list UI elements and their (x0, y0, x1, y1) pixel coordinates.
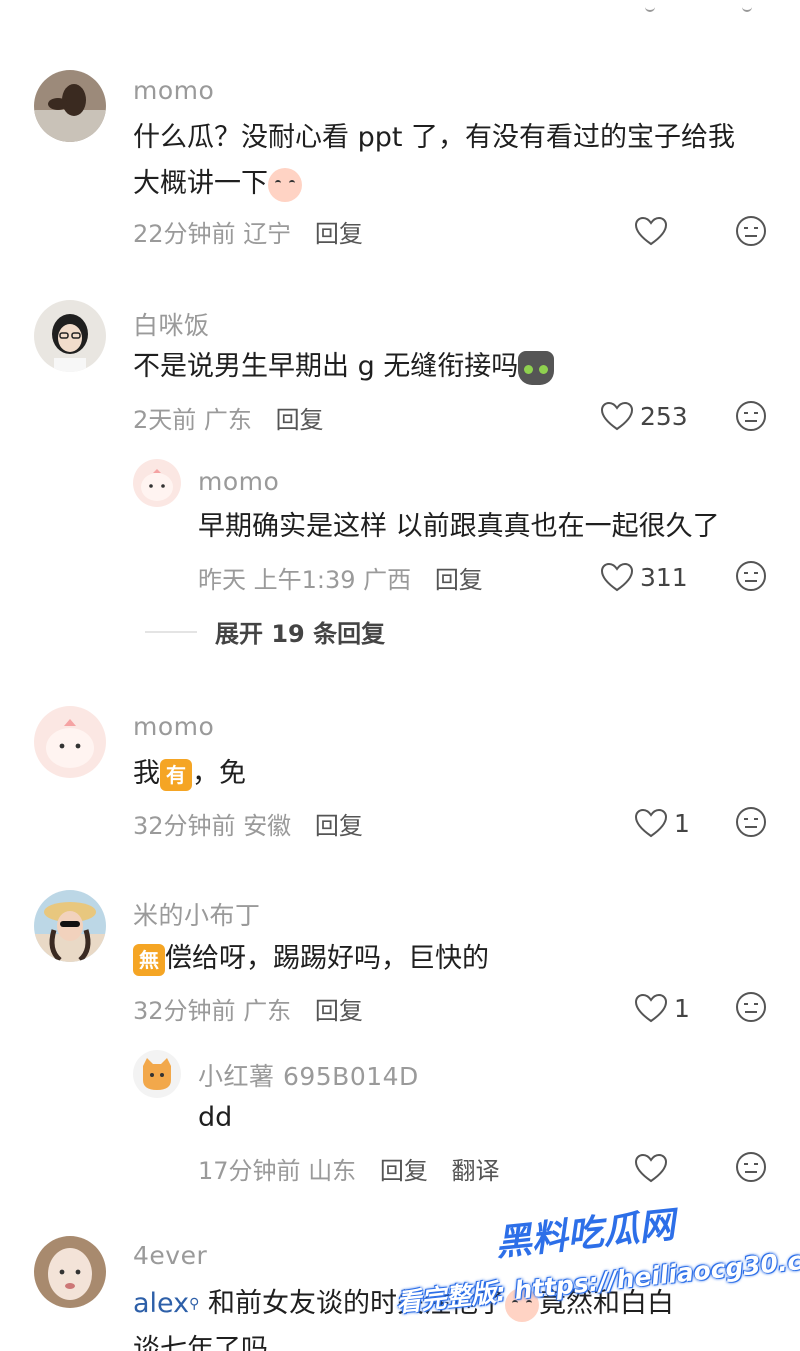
dislike-face-icon[interactable] (735, 806, 767, 838)
avatar[interactable] (34, 706, 106, 778)
avatar[interactable] (34, 300, 106, 372)
comment-text-line: dd (198, 1102, 233, 1133)
dislike-face-icon[interactable] (735, 400, 767, 432)
comment-text: 早期确实是这样 以前跟真真也在一起很久了 (198, 504, 778, 550)
top-partial-actions (0, 0, 800, 20)
comment-text: 無偿给呀，踢踢好吗，巨快的 (133, 936, 773, 982)
location: 广西 (363, 566, 412, 594)
expand-replies-label: 展开 19 条回复 (215, 620, 386, 648)
location: 广东 (203, 406, 252, 434)
comment-text-part: 竟然和白白 (539, 1288, 675, 1319)
reply-button[interactable]: 回复 (315, 997, 363, 1025)
heart-icon (634, 808, 668, 838)
username[interactable]: 小红薯 695B014D (198, 1057, 419, 1093)
heart-icon (600, 562, 634, 592)
username[interactable]: momo (198, 467, 279, 496)
crying-emoji-icon (505, 1287, 540, 1322)
comment-text-part: 偿给呀，踢踢好吗，巨快的 (165, 943, 489, 974)
avatar[interactable] (34, 890, 106, 962)
avatar[interactable] (34, 70, 106, 142)
username[interactable]: 白咪饭 (133, 306, 210, 342)
dislike-face-icon[interactable] (735, 215, 767, 247)
comment-text-part: 和前女友谈的时 (199, 1288, 398, 1319)
dislike-face-icon[interactable] (735, 560, 767, 592)
username[interactable]: 4ever (133, 1241, 207, 1270)
avatar[interactable] (34, 1236, 106, 1308)
avatar[interactable] (133, 459, 181, 507)
comment-meta: 昨天 上午1:39 广西 回复 (198, 560, 483, 595)
comment-text-line: 大概讲一下 (133, 168, 268, 199)
like-button[interactable]: 1 (634, 808, 690, 838)
location: 辽宁 (243, 220, 292, 248)
like-count: 311 (640, 562, 688, 592)
comment-text-line: 谈七年了吗 (133, 1334, 268, 1351)
comment-meta: 22分钟前 辽宁 回复 (133, 214, 363, 249)
location: 山东 (308, 1157, 357, 1185)
translate-button[interactable]: 翻译 (451, 1157, 499, 1185)
timestamp: 22分钟前 (133, 220, 236, 248)
username[interactable]: momo (133, 712, 214, 741)
like-icon[interactable] (645, 6, 655, 12)
divider (145, 630, 197, 633)
timestamp: 2天前 (133, 406, 197, 434)
timestamp: 32分钟前 (133, 812, 236, 840)
comment-meta: 32分钟前 广东 回复 (133, 991, 363, 1026)
like-button[interactable]: 1 (634, 993, 690, 1023)
comment-text-line: 不是说男生早期出 g 无缝衔接吗 (133, 351, 519, 382)
comment-text-line: 什么瓜？没耐心看 ppt 了，有没有看过的宝子给我 (133, 122, 736, 153)
comment-text-part: 我 (133, 758, 160, 789)
username[interactable]: 米的小布丁 (133, 896, 261, 932)
like-count: 253 (640, 401, 688, 431)
avatar[interactable] (133, 1050, 181, 1098)
like-count: 1 (674, 808, 690, 838)
comment-text: 什么瓜？没耐心看 ppt 了，有没有看过的宝子给我 大概讲一下 (133, 115, 773, 207)
comment-text: dd (198, 1095, 778, 1141)
cat-emoji-icon (518, 350, 555, 385)
like-button[interactable] (634, 216, 668, 246)
heart-icon (634, 993, 668, 1023)
comment-text-part: ，免 (192, 758, 246, 789)
location: 广东 (243, 997, 292, 1025)
comment-text: alex⚲ 和前女友谈的时关注他了 竟然和白白 谈七年了吗 (133, 1281, 773, 1351)
heart-icon (634, 1153, 668, 1183)
mention-link[interactable]: alex (133, 1288, 189, 1319)
reply-button[interactable]: 回复 (435, 566, 483, 594)
timestamp: 昨天 上午1:39 (198, 566, 356, 594)
reply-button[interactable]: 回复 (276, 406, 324, 434)
reply-button[interactable]: 回复 (380, 1157, 428, 1185)
username[interactable]: momo (133, 76, 214, 105)
like-button[interactable]: 311 (600, 562, 688, 592)
comment-text: 我有，免 (133, 751, 773, 797)
like-count: 1 (674, 993, 690, 1023)
dislike-face-icon[interactable] (735, 1151, 767, 1183)
location: 安徽 (243, 812, 292, 840)
like-button[interactable]: 253 (600, 401, 688, 431)
dislike-face-icon[interactable] (735, 991, 767, 1023)
badge-emoji: 有 (160, 758, 192, 791)
comment-text-line: 早期确实是这样 以前跟真真也在一起很久了 (198, 511, 720, 542)
reply-button[interactable]: 回复 (315, 220, 363, 248)
heart-icon (634, 216, 668, 246)
mention-search-icon: ⚲ (189, 1296, 200, 1312)
watermark-logo: 黑料吃瓜网 (493, 1204, 678, 1265)
like-button[interactable] (634, 1153, 668, 1183)
expand-replies-button[interactable]: 展开 19 条回复 (145, 614, 385, 649)
heart-icon (600, 401, 634, 431)
reply-button[interactable]: 回复 (315, 812, 363, 840)
dislike-icon[interactable] (742, 6, 752, 12)
badge-emoji: 無 (133, 943, 165, 976)
comment-meta: 32分钟前 安徽 回复 (133, 806, 363, 841)
comment-text: 不是说男生早期出 g 无缝衔接吗 (133, 344, 773, 390)
comment-text-part: 关注他了 (397, 1288, 506, 1319)
timestamp: 32分钟前 (133, 997, 236, 1025)
timestamp: 17分钟前 (198, 1157, 301, 1185)
comment-meta: 2天前 广东 回复 (133, 400, 324, 435)
comment-meta: 17分钟前 山东 回复 翻译 (198, 1151, 499, 1186)
crying-emoji-icon (268, 167, 302, 202)
